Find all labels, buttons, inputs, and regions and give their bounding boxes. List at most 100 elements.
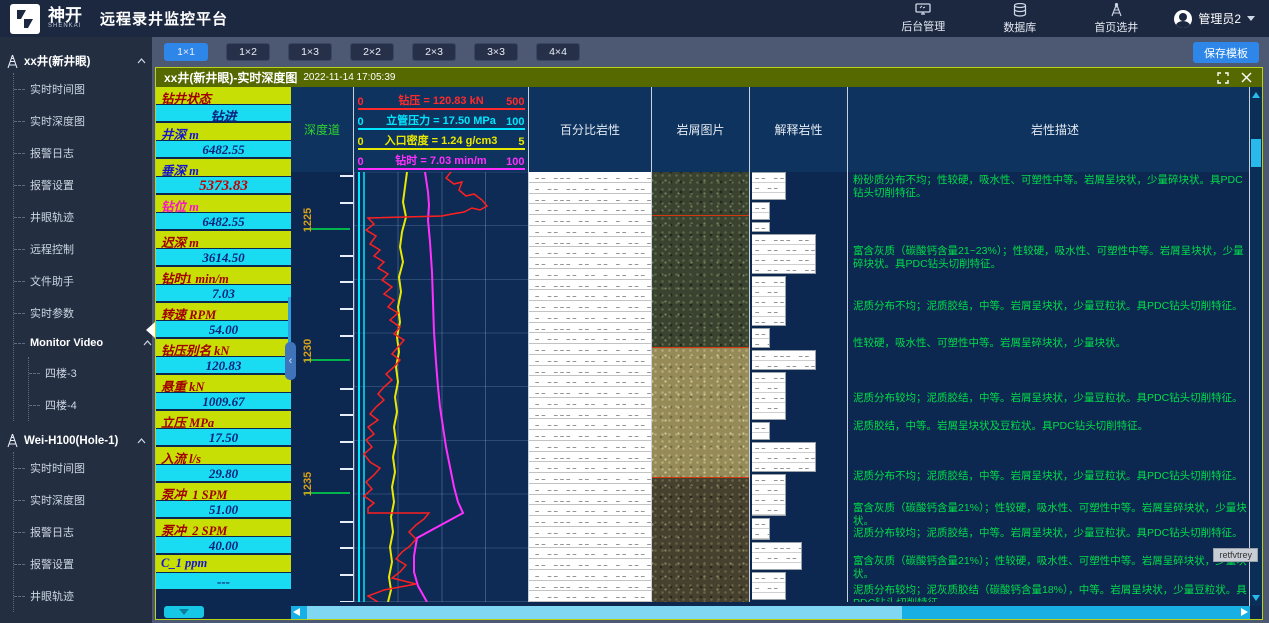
- depth-minor-tick: [340, 441, 353, 443]
- lithology-pattern-row: ⚊⚊ ⚊⚊⚊ ⚊⚊ ⚊⚊ ⚊ ⚊⚊ ⚊ ⚊ ⚊⚊ ⚊⚊⚊ ⚊⚊: [752, 277, 785, 287]
- sidebar-item-文件助手[interactable]: 文件助手: [14, 265, 152, 297]
- param-label-12: 泵冲_2 SPM: [156, 519, 291, 537]
- layout-button-4×4[interactable]: 4×4: [536, 43, 580, 61]
- tree-connector: [14, 153, 25, 154]
- well-name: Wei-H100(Hole-1): [24, 435, 118, 447]
- lithology-pattern-row: ⚊⚊ ⚊⚊⚊ ⚊⚊ ⚊⚊ ⚊ ⚊⚊ ⚊ ⚊ ⚊⚊ ⚊⚊⚊ ⚊⚊: [529, 258, 651, 269]
- sidebar-well-group-1[interactable]: Wei-H100(Hole-1): [0, 429, 152, 452]
- horizontal-scrollbar[interactable]: [291, 606, 1250, 619]
- lithology-pattern-row: ⚊ ⚊⚊ ⚊⚊ ⚊⚊ ⚊ ⚊⚊ ⚊⚊ ⚊⚊ ⚊ ⚊⚊ ⚊⚊ ⚊: [529, 269, 651, 280]
- lithology-pattern-row: ⚊ ⚊⚊ ⚊⚊ ⚊⚊ ⚊ ⚊⚊ ⚊⚊ ⚊⚊ ⚊ ⚊⚊ ⚊⚊ ⚊: [529, 355, 651, 366]
- legend-label: 钻时 = 7.03 min/m: [358, 152, 525, 168]
- curve-track[interactable]: [354, 172, 529, 602]
- fullscreen-icon[interactable]: [1217, 72, 1229, 84]
- nav-home-well-select[interactable]: 首页选井: [1094, 3, 1138, 35]
- sidebar-item-label: 报警设置: [30, 556, 74, 572]
- layout-button-1×2[interactable]: 1×2: [226, 43, 270, 61]
- scroll-left-icon[interactable]: [293, 608, 300, 616]
- vertical-scrollbar[interactable]: [1249, 87, 1262, 606]
- sidebar-item-远程控制[interactable]: 远程控制: [14, 233, 152, 265]
- params-expand-button[interactable]: [164, 606, 204, 618]
- sidebar-item-label: Monitor Video: [30, 337, 103, 349]
- sidebar-well-group-0[interactable]: xx井(新井眼): [0, 49, 152, 73]
- console-icon: [915, 3, 931, 16]
- chevron-up-icon: [137, 58, 146, 64]
- param-label-4: 迟深 m: [156, 231, 291, 249]
- sidebar-item-井眼轨迹[interactable]: 井眼轨迹: [14, 201, 152, 233]
- param-label-1: 井深 m: [156, 123, 291, 141]
- layout-button-2×2[interactable]: 2×2: [350, 43, 394, 61]
- sidebar-item-label: 报警日志: [30, 145, 74, 161]
- layout-button-1×3[interactable]: 1×3: [288, 43, 332, 61]
- param-label-9: 立压 MPa: [156, 411, 291, 429]
- sidebar-item-实时参数[interactable]: 实时参数: [14, 297, 152, 329]
- sidebar-item-井眼轨迹[interactable]: 井眼轨迹: [14, 580, 152, 612]
- user-name: 管理员2: [1198, 10, 1241, 27]
- sidebar-item-实时深度图[interactable]: 实时深度图: [14, 105, 152, 137]
- layout-button-2×3[interactable]: 2×3: [412, 43, 456, 61]
- lithology-pattern-row: ⚊⚊ ⚊⚊⚊ ⚊⚊ ⚊⚊ ⚊ ⚊⚊ ⚊ ⚊ ⚊⚊ ⚊⚊⚊ ⚊⚊: [752, 573, 785, 583]
- panel-title-bar: xx井(新井眼)-实时深度图 2022-11-14 17:05:39: [156, 68, 1262, 87]
- sidebar-item-报警设置[interactable]: 报警设置: [14, 548, 152, 580]
- sidebar-item-label: 实时深度图: [30, 113, 85, 129]
- curve-legend: 0钻压 = 120.83 kN5000立管压力 = 17.50 MPa1000入…: [354, 87, 529, 172]
- scroll-down-icon[interactable]: [1252, 595, 1260, 601]
- interp-lithology-bar-9: ⚊⚊ ⚊⚊⚊ ⚊⚊ ⚊⚊ ⚊ ⚊⚊ ⚊ ⚊ ⚊⚊ ⚊⚊⚊ ⚊⚊⚊ ⚊⚊ ⚊⚊ ⚊…: [752, 442, 816, 472]
- scroll-up-icon[interactable]: [1252, 92, 1260, 98]
- depth-track: 122512301235: [291, 172, 354, 602]
- lithology-pattern-row: ⚊ ⚊⚊ ⚊⚊ ⚊⚊ ⚊ ⚊⚊ ⚊⚊ ⚊⚊ ⚊ ⚊⚊ ⚊⚊ ⚊: [529, 247, 651, 258]
- sidebar-item-实时时间图[interactable]: 实时时间图: [14, 452, 152, 484]
- sidebar-item-四楼-3[interactable]: 四楼-3: [29, 357, 152, 389]
- lithology-pattern-row: ⚊⚊ ⚊⚊⚊ ⚊⚊ ⚊⚊ ⚊ ⚊⚊ ⚊ ⚊ ⚊⚊ ⚊⚊⚊ ⚊⚊: [529, 516, 651, 527]
- column-header-cuttings-photo: 岩屑图片: [652, 87, 750, 172]
- lithology-description-8: 泥质分布较均；泥质胶结，中等。岩屑呈块状，少量豆粒状。具PDC钻头切削特征。: [853, 527, 1252, 540]
- depth-minor-tick: [340, 335, 353, 337]
- chart-body: 122512301235 ⚊⚊ ⚊⚊⚊ ⚊⚊ ⚊⚊ ⚊ ⚊⚊ ⚊ ⚊ ⚊⚊ ⚊⚊…: [291, 172, 1262, 602]
- lithology-pattern-row: ⚊⚊ ⚊⚊⚊ ⚊⚊ ⚊⚊ ⚊ ⚊⚊ ⚊ ⚊ ⚊⚊ ⚊⚊⚊ ⚊⚊: [529, 215, 651, 226]
- lithology-pattern-row: ⚊ ⚊⚊ ⚊⚊ ⚊⚊ ⚊ ⚊⚊ ⚊⚊ ⚊⚊ ⚊ ⚊⚊ ⚊⚊ ⚊: [529, 570, 651, 581]
- lithology-pattern-row: ⚊⚊ ⚊⚊⚊ ⚊⚊ ⚊⚊ ⚊ ⚊⚊ ⚊ ⚊ ⚊⚊ ⚊⚊⚊ ⚊⚊: [752, 297, 785, 307]
- sidebar-item-实时时间图[interactable]: 实时时间图: [14, 73, 152, 105]
- close-icon[interactable]: [1241, 72, 1252, 83]
- scroll-right-icon[interactable]: [1241, 608, 1248, 616]
- curves-svg: [354, 172, 529, 602]
- column-header-interpreted-lithology: 解释岩性: [750, 87, 848, 172]
- sidebar-item-四楼-4[interactable]: 四楼-4: [29, 389, 152, 421]
- lithology-description-3: 性较硬，吸水性、可塑性中等。岩屑呈碎块状，少量块状。: [853, 337, 1252, 350]
- save-template-button[interactable]: 保存模板: [1193, 42, 1259, 63]
- lithology-pattern-row: ⚊ ⚊⚊ ⚊⚊ ⚊⚊ ⚊ ⚊⚊ ⚊⚊ ⚊⚊ ⚊ ⚊⚊ ⚊⚊ ⚊: [529, 398, 651, 409]
- param-value-3: 6482.55: [156, 213, 291, 231]
- param-value-0: 钻进: [156, 105, 291, 123]
- tree-connector: [14, 313, 25, 314]
- sidebar-item-实时深度图[interactable]: 实时深度图: [14, 484, 152, 516]
- param-label-6: 转速 RPM: [156, 303, 291, 321]
- layout-button-1×1[interactable]: 1×1: [164, 43, 208, 61]
- tree-gap: [0, 421, 152, 429]
- vertical-scroll-thumb[interactable]: [1251, 139, 1261, 167]
- interp-lithology-bar-1: ⚊⚊ ⚊⚊⚊ ⚊⚊ ⚊⚊ ⚊ ⚊⚊ ⚊ ⚊ ⚊⚊ ⚊⚊⚊ ⚊⚊: [752, 202, 770, 220]
- app-root: 神开 SHENKAI 远程录井监控平台 后台管理 数据库: [0, 0, 1269, 623]
- derrick-icon: [6, 433, 19, 448]
- lithology-pattern-row: ⚊⚊ ⚊⚊⚊ ⚊⚊ ⚊⚊ ⚊ ⚊⚊ ⚊ ⚊ ⚊⚊ ⚊⚊⚊ ⚊⚊: [529, 452, 651, 463]
- top-header: 神开 SHENKAI 远程录井监控平台 后台管理 数据库: [0, 0, 1269, 37]
- well-children: 实时时间图实时深度图报警日志报警设置井眼轨迹远程控制文件助手实时参数 Monito…: [13, 73, 152, 421]
- lithology-pattern-row: ⚊⚊ ⚊⚊⚊ ⚊⚊ ⚊⚊ ⚊ ⚊⚊ ⚊ ⚊ ⚊⚊ ⚊⚊⚊ ⚊⚊: [529, 172, 651, 183]
- sidebar-item-monitor-video[interactable]: Monitor Video: [14, 329, 152, 357]
- nav-database[interactable]: 数据库: [1003, 3, 1036, 35]
- params-collapse-handle[interactable]: ‹: [285, 342, 296, 380]
- lithology-pattern-row: ⚊⚊ ⚊⚊⚊ ⚊⚊ ⚊⚊ ⚊ ⚊⚊ ⚊ ⚊ ⚊⚊ ⚊⚊⚊ ⚊⚊: [529, 301, 651, 312]
- param-label-7: 钻压别名 kN: [156, 339, 291, 357]
- tree-connector: [14, 596, 25, 597]
- lithology-description-7: 富含灰质（碳酸钙含量21%）；性较硬，吸水性、可塑性中等。岩屑呈碎块状，少量块状…: [853, 502, 1252, 528]
- user-menu[interactable]: 管理员2: [1174, 10, 1255, 28]
- params-scrollbar[interactable]: [288, 297, 291, 345]
- layout-button-3×3[interactable]: 3×3: [474, 43, 518, 61]
- depth-minor-tick: [340, 175, 353, 177]
- sidebar-item-报警设置[interactable]: 报警设置: [14, 169, 152, 201]
- nav-backend-management[interactable]: 后台管理: [901, 3, 945, 34]
- sidebar-item-报警日志[interactable]: 报警日志: [14, 516, 152, 548]
- horizontal-scroll-thumb[interactable]: [307, 606, 902, 619]
- sidebar-item-报警日志[interactable]: 报警日志: [14, 137, 152, 169]
- sidebar-collapse-arrow-icon[interactable]: [146, 322, 155, 338]
- lithology-pattern-row: ⚊⚊ ⚊⚊⚊ ⚊⚊ ⚊⚊ ⚊ ⚊⚊ ⚊ ⚊ ⚊⚊ ⚊⚊⚊ ⚊⚊: [529, 559, 651, 570]
